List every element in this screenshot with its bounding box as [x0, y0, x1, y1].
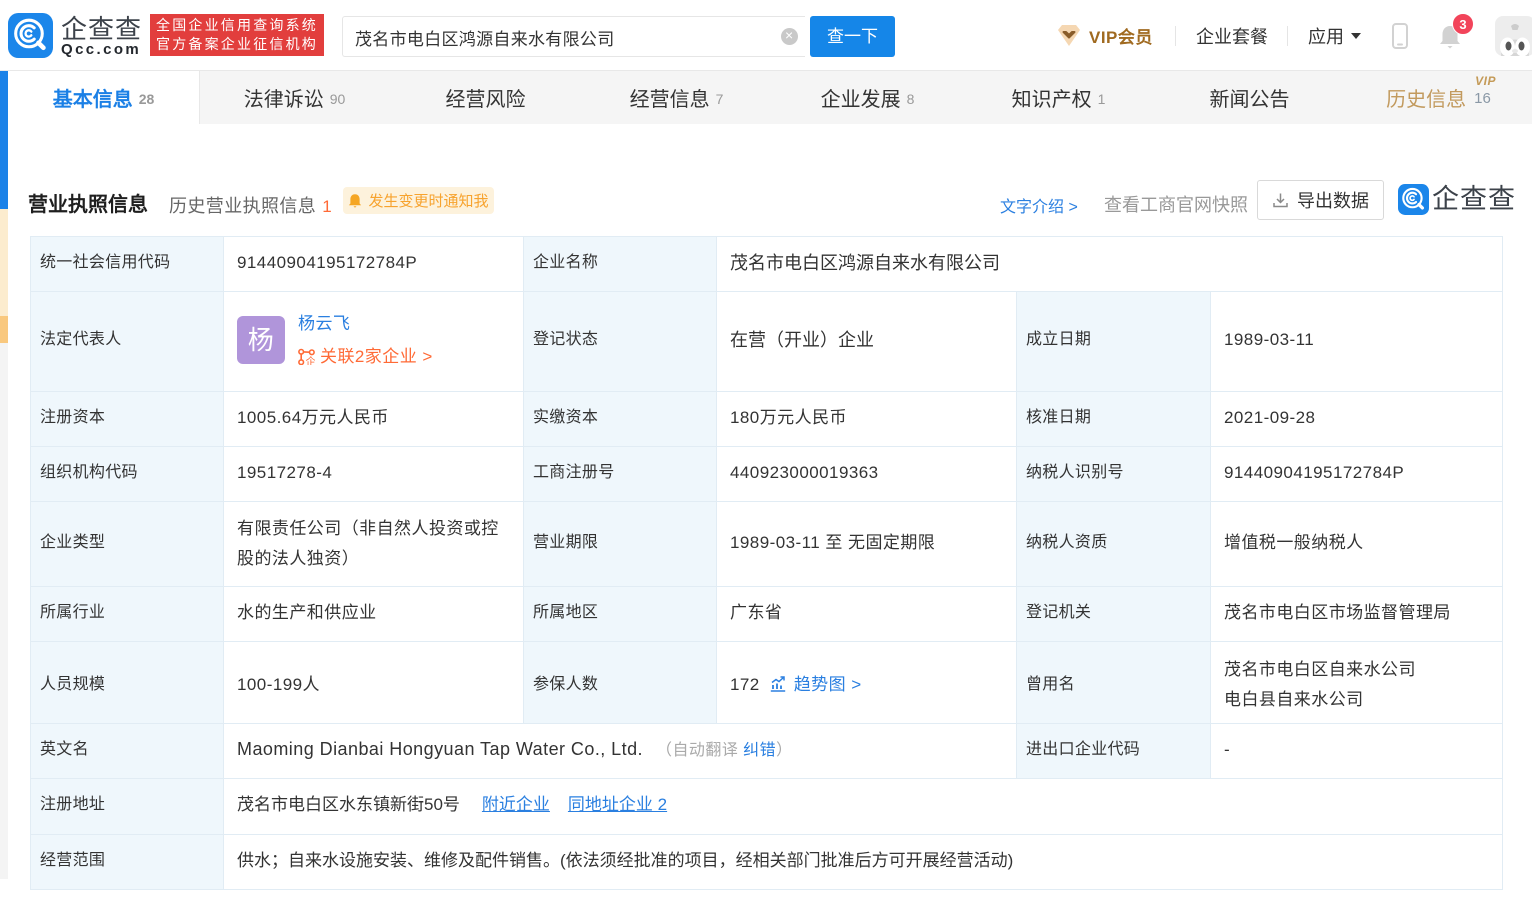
svg-text:企: 企 — [306, 355, 316, 365]
